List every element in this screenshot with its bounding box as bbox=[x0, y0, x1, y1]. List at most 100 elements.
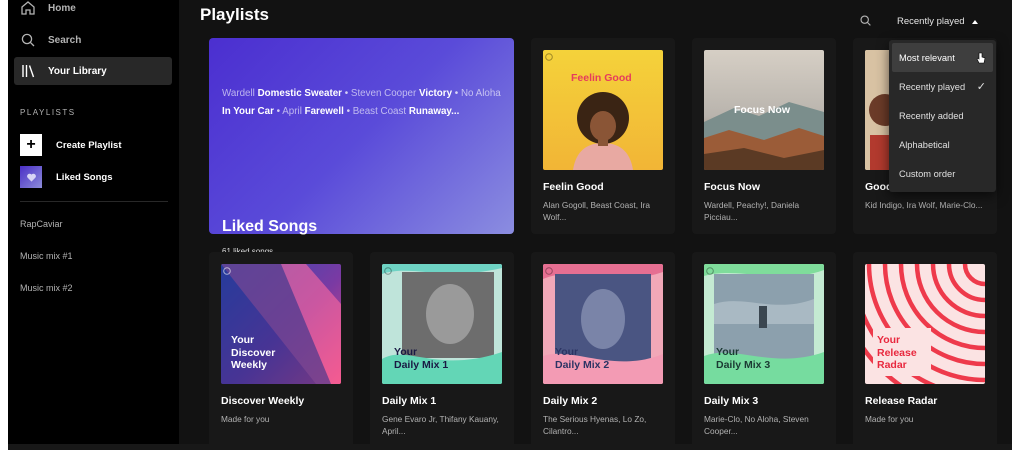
sort-option-label: Custom order bbox=[899, 169, 956, 180]
track-artist: No Aloha bbox=[460, 88, 501, 99]
sort-option-most-relevant[interactable]: Most relevant bbox=[892, 43, 993, 73]
card-title: Release Radar bbox=[865, 395, 938, 407]
cover-art: Your Daily Mix 3 bbox=[704, 264, 824, 384]
home-icon bbox=[18, 0, 38, 18]
cover-line: Your bbox=[231, 334, 255, 346]
nav-library-label: Your Library bbox=[48, 65, 107, 77]
sidebar-playlist-music-mix-2[interactable]: Music mix #2 bbox=[20, 283, 73, 293]
caret-up-icon bbox=[971, 19, 978, 24]
card-title: Feelin Good bbox=[543, 181, 604, 193]
sort-option-custom-order[interactable]: Custom order bbox=[892, 160, 993, 189]
playlist-card-daily-mix-1[interactable]: Your Daily Mix 1 Daily Mix 1 Gene Evaro … bbox=[370, 252, 514, 448]
nav-home-label: Home bbox=[48, 2, 76, 14]
cover-title: Your Daily Mix 1 bbox=[394, 346, 448, 371]
sort-option-label: Recently played bbox=[899, 81, 966, 92]
create-playlist-button[interactable]: + Create Playlist bbox=[20, 134, 121, 156]
track-song: In Your Car bbox=[222, 106, 274, 117]
card-title: Daily Mix 2 bbox=[543, 395, 598, 407]
liked-songs-track-list: Wardell Domestic Sweater • Steven Cooper… bbox=[222, 85, 506, 121]
cover-title: Your Daily Mix 3 bbox=[716, 346, 770, 371]
playlists-heading: PLAYLISTS bbox=[20, 108, 76, 117]
playlist-card-discover-weekly[interactable]: Your Discover Weekly Discover Weekly Mad… bbox=[209, 252, 353, 448]
pointer-cursor-icon bbox=[976, 52, 986, 63]
card-subtitle: The Serious Hyenas, Lo Zo, Cilantro... bbox=[543, 414, 647, 436]
card-subtitle: Wardell, Peachy!, Daniela Picciau... bbox=[704, 200, 800, 222]
card-subtitle: Made for you bbox=[221, 414, 270, 424]
track-song: Runaway... bbox=[408, 106, 460, 117]
cover-title: Your Release Radar bbox=[877, 334, 917, 372]
create-playlist-label: Create Playlist bbox=[56, 139, 122, 151]
track-song: Domestic Sweater bbox=[257, 88, 342, 99]
sort-menu: Most relevant Recently played ✓ Recently… bbox=[889, 40, 996, 192]
playlist-card-daily-mix-2[interactable]: Your Daily Mix 2 Daily Mix 2 The Serious… bbox=[531, 252, 675, 448]
cover-title: Your Daily Mix 2 bbox=[555, 346, 609, 371]
cover-art: Feelin Good bbox=[543, 50, 663, 170]
nav-search[interactable]: Search bbox=[14, 26, 172, 54]
plus-icon: + bbox=[20, 134, 42, 156]
cover-text: Feelin Good bbox=[571, 72, 632, 84]
playlist-card-focus-now[interactable]: Focus Now Focus Now Wardell, Peachy!, Da… bbox=[692, 38, 836, 234]
cover-art: Your Daily Mix 2 bbox=[543, 264, 663, 384]
playlist-card-release-radar[interactable]: Your Release Radar Release Radar Made fo… bbox=[853, 252, 997, 448]
search-playlists-button[interactable] bbox=[859, 14, 875, 30]
sort-option-recently-added[interactable]: Recently added bbox=[892, 101, 993, 130]
now-playing-bar bbox=[8, 444, 1012, 450]
cover-art: Your Release Radar bbox=[865, 264, 985, 384]
sidebar-playlist-music-mix-1[interactable]: Music mix #1 bbox=[20, 251, 73, 261]
card-subtitle: Made for you bbox=[865, 414, 914, 424]
nav-search-label: Search bbox=[48, 34, 82, 46]
separator: • bbox=[344, 88, 349, 99]
card-subtitle: Marie-Clo, No Aloha, Steven Cooper... bbox=[704, 414, 809, 436]
search-icon bbox=[860, 15, 871, 26]
sort-option-alphabetical[interactable]: Alphabetical bbox=[892, 131, 993, 160]
cover-text: Focus Now bbox=[734, 104, 791, 116]
playlist-card-feelin-good[interactable]: Feelin Good Feelin Good Alan Gogoll, Bea… bbox=[531, 38, 675, 234]
sort-option-label: Most relevant bbox=[899, 52, 955, 63]
nav-your-library[interactable]: Your Library bbox=[14, 57, 172, 85]
track-artist: Steven Cooper bbox=[350, 88, 417, 99]
card-title: Focus Now bbox=[704, 181, 761, 193]
separator: • bbox=[346, 106, 350, 117]
nav-home[interactable]: Home bbox=[14, 0, 172, 22]
cover-art: Focus Now bbox=[704, 50, 824, 170]
checkmark-icon: ✓ bbox=[976, 81, 986, 94]
card-title: Daily Mix 3 bbox=[704, 395, 759, 407]
cover-line: Your bbox=[555, 346, 579, 358]
cover-line: Radar bbox=[877, 359, 907, 371]
playlist-card-daily-mix-3[interactable]: Your Daily Mix 3 Daily Mix 3 Marie-Clo, … bbox=[692, 252, 836, 448]
cover-line: Weekly bbox=[231, 359, 267, 371]
sort-label: Recently played bbox=[897, 16, 965, 27]
liked-songs-card[interactable]: Wardell Domestic Sweater • Steven Cooper… bbox=[209, 38, 514, 256]
cover-line: Release bbox=[877, 346, 917, 359]
search-icon bbox=[18, 30, 38, 50]
sort-option-label: Alphabetical bbox=[899, 140, 950, 151]
card-subtitle: Gene Evaro Jr, Thifany Kauany, April... bbox=[382, 414, 499, 436]
liked-songs-link[interactable]: Liked Songs bbox=[20, 166, 112, 188]
sort-option-recently-played[interactable]: Recently played ✓ bbox=[892, 72, 993, 101]
sidebar-divider bbox=[20, 201, 168, 202]
card-subtitle: Kid Indigo, Ira Wolf, Marie-Clo... bbox=[865, 200, 983, 210]
sort-option-label: Recently added bbox=[899, 110, 964, 121]
heart-icon bbox=[20, 166, 42, 188]
cover-line: Your bbox=[716, 346, 740, 358]
track-song: Farewell bbox=[304, 106, 344, 117]
card-subtitle: Alan Gogoll, Beast Coast, Ira Wolf... bbox=[543, 200, 650, 222]
page-title: Playlists bbox=[200, 5, 269, 24]
sort-dropdown-button[interactable]: Recently played bbox=[897, 16, 978, 27]
main-content: Playlists Recently played Wardell Domest… bbox=[179, 0, 1012, 450]
track-artist: Wardell bbox=[222, 88, 255, 99]
sidebar-playlist-rapcaviar[interactable]: RapCaviar bbox=[20, 219, 63, 229]
library-icon bbox=[18, 61, 38, 81]
separator: • bbox=[454, 88, 459, 99]
card-title: Daily Mix 1 bbox=[382, 395, 437, 407]
track-artist: April bbox=[282, 106, 302, 117]
track-artist: Beast Coast bbox=[352, 106, 407, 117]
track-song: Victory bbox=[419, 88, 453, 99]
liked-songs-title: Liked Songs bbox=[222, 218, 318, 235]
card-title: Discover Weekly bbox=[221, 395, 305, 407]
cover-line: Daily Mix 2 bbox=[555, 358, 610, 371]
cover-line: Your bbox=[394, 346, 418, 358]
app-window: Home Search Your Library PLAYLISTS + Cre… bbox=[8, 0, 1012, 450]
sidebar: Home Search Your Library PLAYLISTS + Cre… bbox=[8, 0, 179, 450]
cover-title: Your Discover Weekly bbox=[231, 334, 275, 372]
